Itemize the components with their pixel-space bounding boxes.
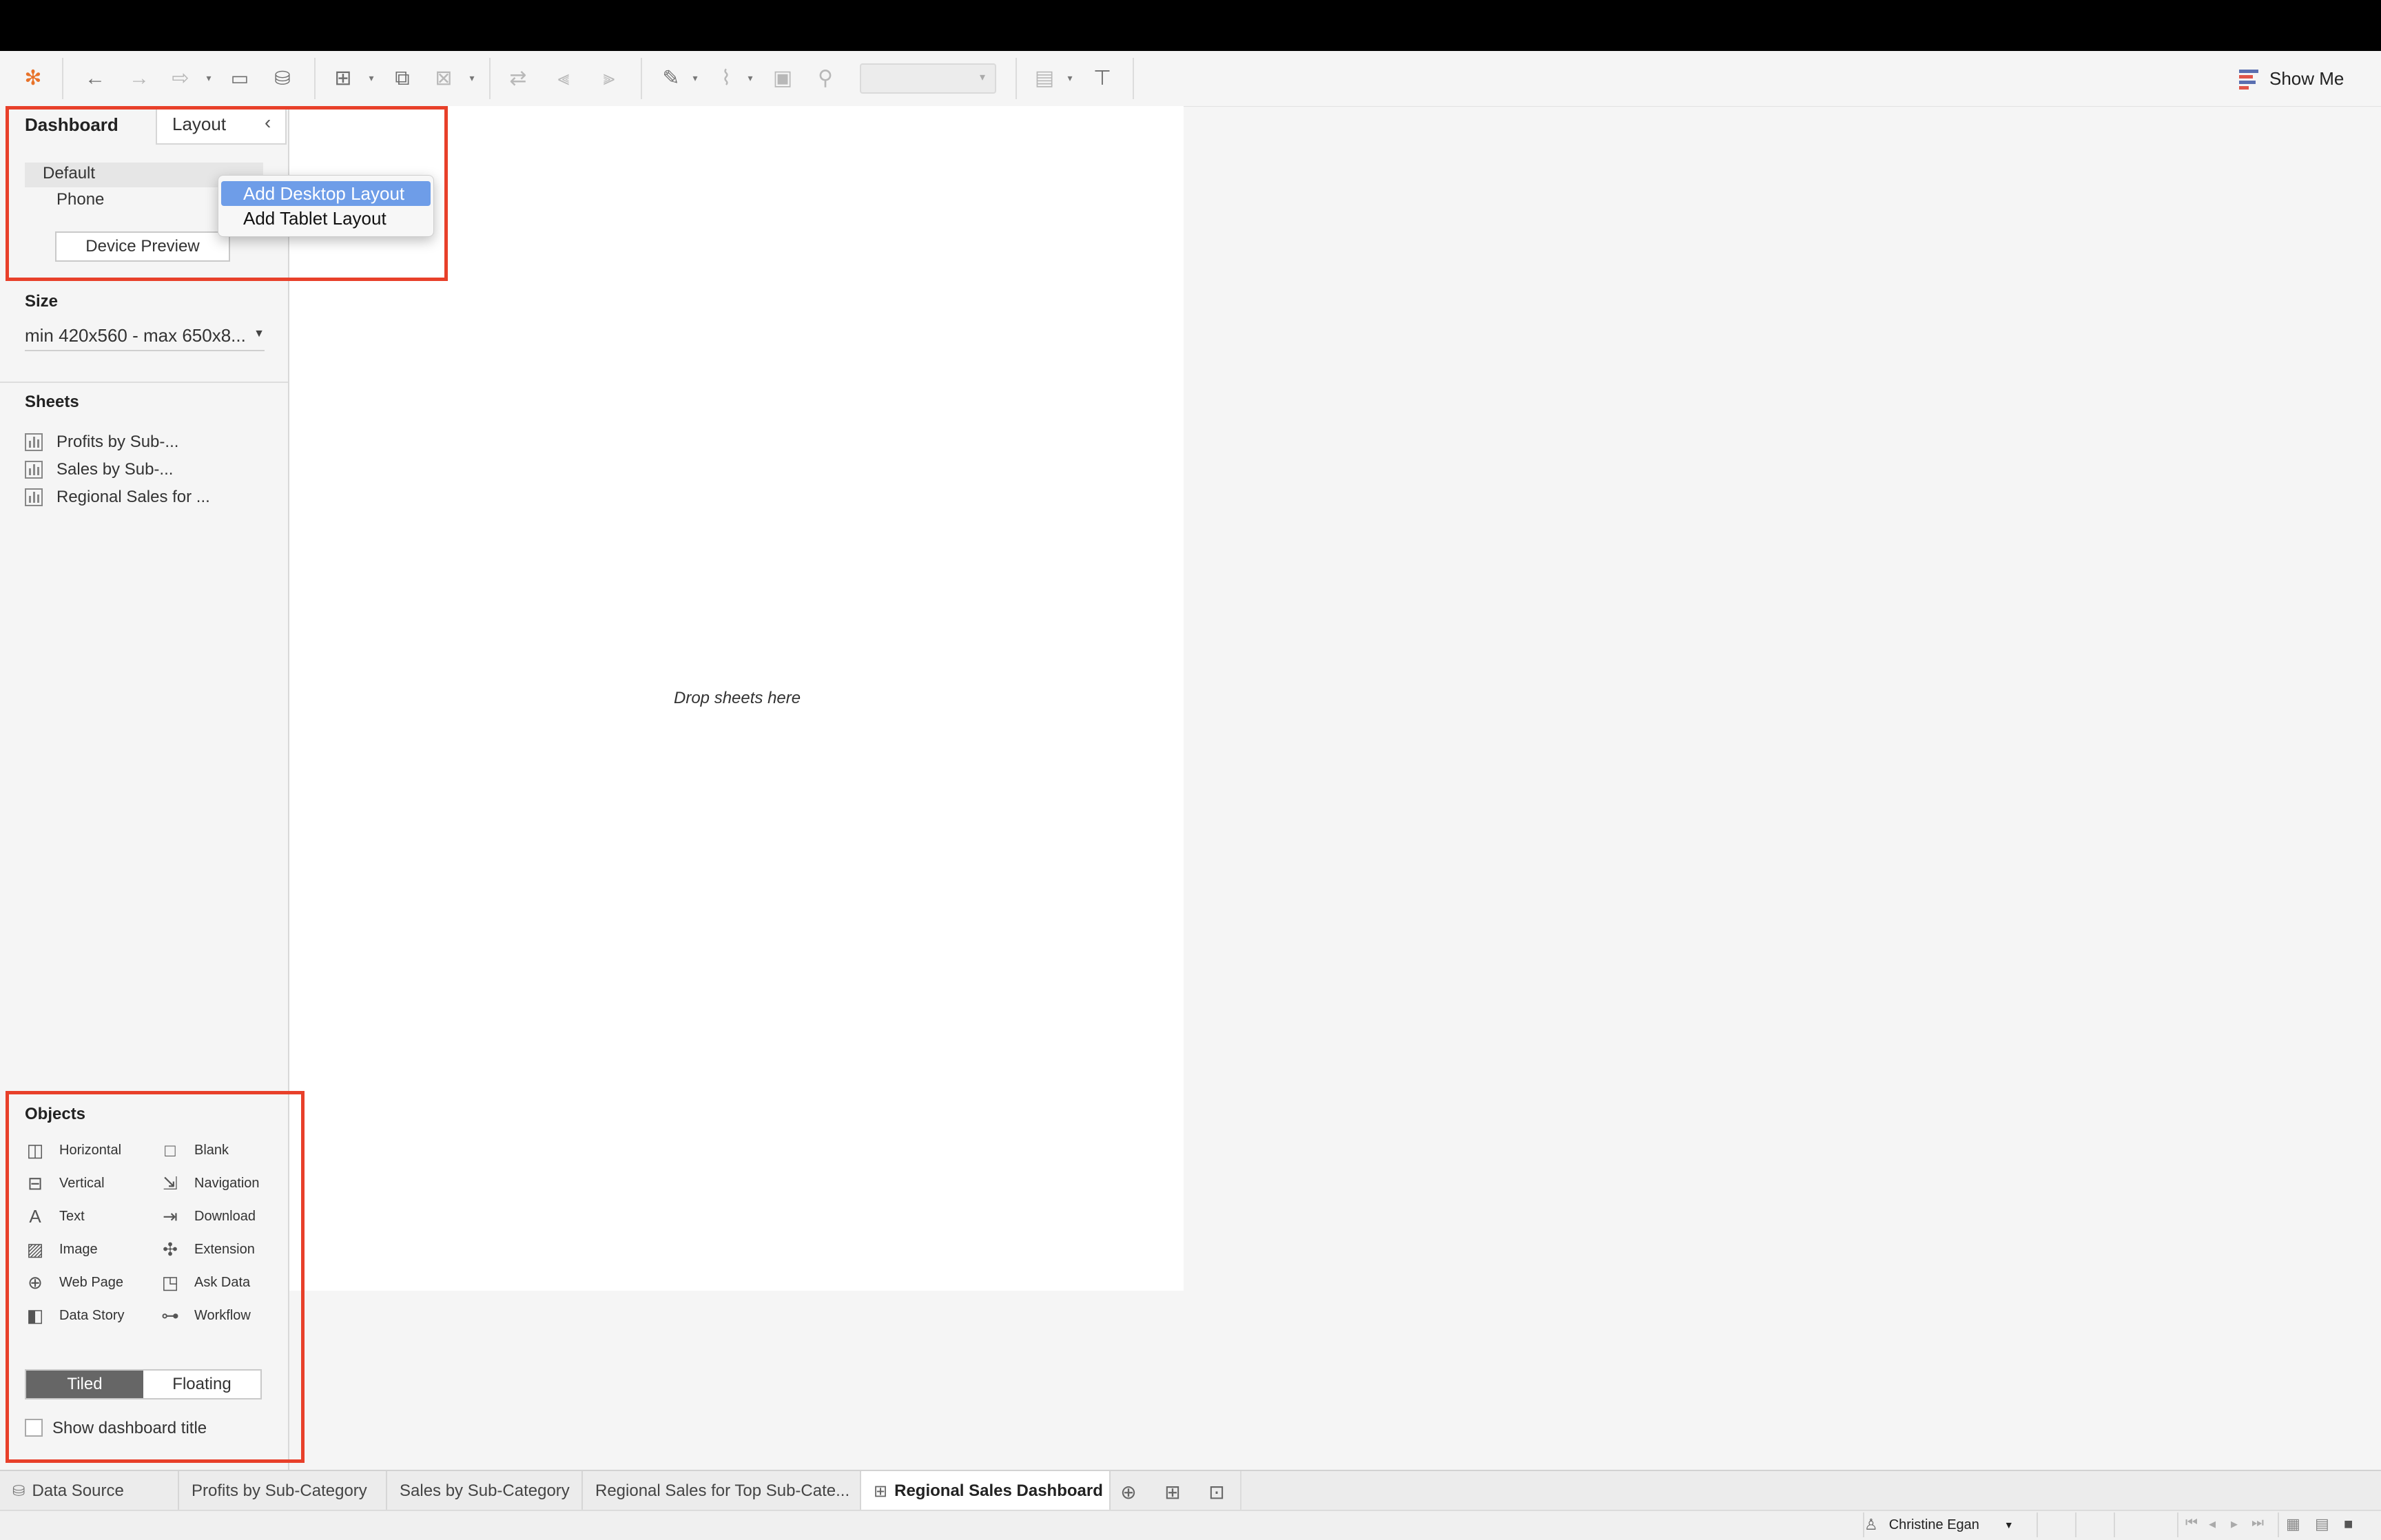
drop-sheets-hint: Drop sheets here bbox=[674, 689, 801, 707]
tab-label: Regional Sales Dashboard bbox=[894, 1481, 1103, 1500]
status-separator bbox=[2114, 1512, 2115, 1537]
worksheet-icon bbox=[25, 461, 43, 479]
chevron-down-icon: ▾ bbox=[979, 72, 985, 83]
new-data-source-icon[interactable]: ⛁ bbox=[267, 63, 298, 94]
status-separator bbox=[2037, 1512, 2038, 1537]
highlight-dropdown-caret[interactable]: ▾ bbox=[690, 72, 700, 84]
sheet-item[interactable]: Profits by Sub-... bbox=[25, 430, 178, 455]
toolbar: ✻ ← → ⇨ ▾ ▭ ⛁ ⊞ ▾ ⧉ ⊠ ▾ ⇄ ⫷ ⫸ ✎ ▾ ⌇ ▾ ▣ … bbox=[0, 51, 2381, 107]
new-worksheet-dropdown-caret[interactable]: ▾ bbox=[367, 72, 376, 84]
next-page-icon[interactable]: ▸ bbox=[2231, 1515, 2238, 1532]
tab-view-icon[interactable]: ■ bbox=[2344, 1515, 2353, 1533]
highlight-box-layout bbox=[6, 106, 448, 281]
pin-icon[interactable]: ⚲ bbox=[810, 63, 841, 94]
tab-separator bbox=[1240, 1471, 1241, 1511]
dashboard-icon: ⊞ bbox=[874, 1481, 888, 1501]
status-separator bbox=[2177, 1512, 2178, 1537]
sort-descending-icon[interactable]: ⫸ bbox=[594, 63, 624, 94]
new-worksheet-icon[interactable]: ⊞ bbox=[328, 63, 358, 94]
sheet-item-label: Profits by Sub-... bbox=[56, 433, 179, 451]
section-divider bbox=[0, 382, 288, 383]
grid-view-icon[interactable]: ▦ bbox=[2286, 1515, 2300, 1533]
first-page-icon[interactable]: ⏮ bbox=[2185, 1515, 2198, 1531]
replay-dropdown-caret[interactable]: ▾ bbox=[204, 72, 214, 84]
worksheet-icon bbox=[25, 433, 43, 451]
show-cards-dropdown-caret[interactable]: ▾ bbox=[1065, 72, 1075, 84]
toolbar-separator bbox=[1016, 58, 1017, 99]
show-me-button[interactable]: Show Me bbox=[2239, 65, 2344, 92]
sheet-item-label: Sales by Sub-... bbox=[56, 460, 174, 479]
sheets-heading: Sheets bbox=[25, 393, 79, 411]
group-dropdown-caret[interactable]: ▾ bbox=[745, 72, 755, 84]
toolbar-separator bbox=[62, 58, 63, 99]
window-top-bar bbox=[0, 0, 2381, 51]
show-me-label: Show Me bbox=[2269, 67, 2344, 89]
sheet-tab[interactable]: Profits by Sub-Category bbox=[179, 1471, 387, 1511]
toolbar-separator bbox=[1133, 58, 1134, 99]
presentation-mode-icon[interactable]: ⊤ bbox=[1087, 63, 1117, 94]
sheet-item-label: Regional Sales for ... bbox=[56, 488, 210, 506]
toolbar-separator bbox=[314, 58, 316, 99]
show-me-icon bbox=[2239, 68, 2260, 90]
tab-data-source[interactable]: ⛁ Data Source bbox=[0, 1471, 179, 1511]
label-icon[interactable]: ▣ bbox=[767, 63, 798, 94]
sheet-item[interactable]: Regional Sales for ... bbox=[25, 485, 210, 510]
sort-ascending-icon[interactable]: ⫷ bbox=[548, 63, 579, 94]
last-page-icon[interactable]: ⏭ bbox=[2251, 1515, 2264, 1531]
swap-icon[interactable]: ⇄ bbox=[503, 63, 533, 94]
user-menu[interactable]: ♙ Christine Egan ▼ bbox=[1864, 1511, 2014, 1539]
tableau-logo-icon[interactable]: ✻ bbox=[18, 63, 48, 94]
clear-dropdown-caret[interactable]: ▾ bbox=[467, 72, 477, 84]
fit-dropdown[interactable]: ▾ bbox=[860, 63, 996, 94]
sheet-item[interactable]: Sales by Sub-... bbox=[25, 457, 173, 482]
sheet-tab[interactable]: Sales by Sub-Category bbox=[387, 1471, 583, 1511]
undo-icon[interactable]: ← bbox=[80, 63, 110, 94]
highlight-icon[interactable]: ✎ bbox=[656, 63, 686, 94]
new-worksheet-icon[interactable]: ⊕ bbox=[1116, 1479, 1141, 1504]
size-value: min 420x560 - max 650x8... bbox=[25, 325, 246, 346]
highlight-box-objects bbox=[6, 1091, 305, 1463]
chevron-down-icon: ▼ bbox=[2003, 1519, 2014, 1530]
toolbar-separator bbox=[641, 58, 642, 99]
worksheet-icon bbox=[25, 488, 43, 506]
tab-label: Sales by Sub-Category bbox=[400, 1481, 570, 1500]
sheet-tab-active[interactable]: ⊞ Regional Sales Dashboard bbox=[861, 1471, 1111, 1511]
tab-label: Regional Sales for Top Sub-Cate... bbox=[595, 1481, 850, 1500]
tab-label: Profits by Sub-Category bbox=[192, 1481, 367, 1500]
replay-icon[interactable]: ⇨ bbox=[165, 63, 196, 94]
new-dashboard-icon[interactable]: ⊞ bbox=[1160, 1479, 1185, 1504]
redo-icon[interactable]: → bbox=[124, 63, 154, 94]
save-icon[interactable]: ▭ bbox=[225, 63, 255, 94]
previous-page-icon[interactable]: ◂ bbox=[2209, 1515, 2216, 1532]
database-icon: ⛁ bbox=[12, 1482, 25, 1499]
user-name: Christine Egan bbox=[1888, 1517, 1979, 1532]
status-bar bbox=[0, 1510, 2381, 1540]
filmstrip-view-icon[interactable]: ▤ bbox=[2315, 1515, 2329, 1533]
size-dropdown[interactable]: min 420x560 - max 650x8... ▼ bbox=[25, 317, 265, 351]
group-icon[interactable]: ⌇ bbox=[711, 63, 741, 94]
user-icon: ♙ bbox=[1864, 1516, 1878, 1533]
tab-label: Data Source bbox=[32, 1481, 124, 1500]
status-separator bbox=[2278, 1512, 2279, 1537]
size-heading: Size bbox=[25, 292, 59, 311]
status-separator bbox=[2075, 1512, 2076, 1537]
sheet-tab-bar: ⛁ Data Source Profits by Sub-Category Sa… bbox=[0, 1470, 2381, 1511]
toolbar-separator bbox=[489, 58, 491, 99]
duplicate-sheet-icon[interactable]: ⧉ bbox=[387, 63, 418, 94]
clear-sheet-icon[interactable]: ⊠ bbox=[429, 63, 459, 94]
chevron-down-icon: ▼ bbox=[254, 328, 265, 340]
new-story-icon[interactable]: ⊡ bbox=[1204, 1479, 1229, 1504]
sheet-tab[interactable]: Regional Sales for Top Sub-Cate... bbox=[583, 1471, 861, 1511]
show-cards-icon[interactable]: ▤ bbox=[1029, 63, 1060, 94]
